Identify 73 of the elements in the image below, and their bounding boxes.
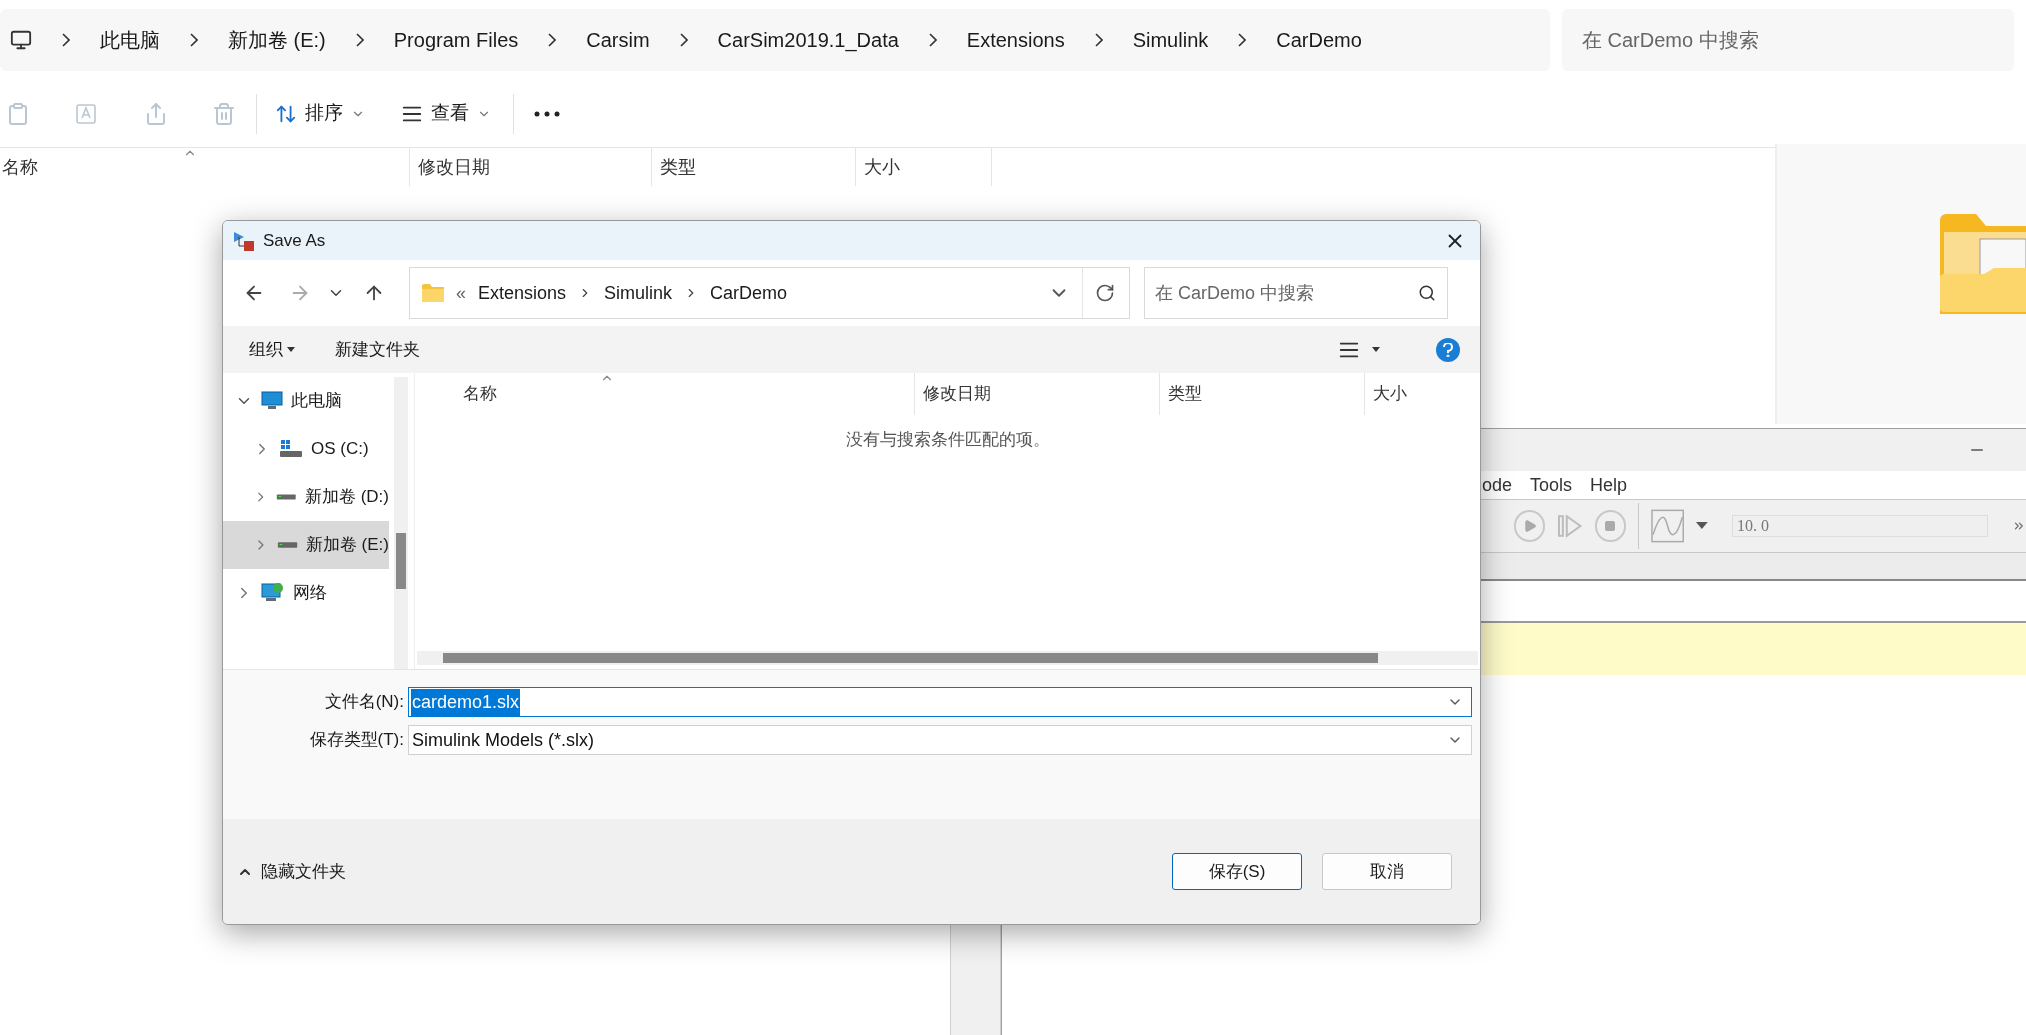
more-icon[interactable] xyxy=(534,110,560,117)
search-field[interactable]: 在 CarDemo 中搜索 xyxy=(1562,9,2014,71)
menu-item[interactable]: Help xyxy=(1590,471,1628,499)
chevron-icon xyxy=(355,33,364,47)
tree-item[interactable]: OS (C:) xyxy=(223,425,389,473)
breadcrumb-item[interactable]: Extensions xyxy=(966,25,1065,55)
question-mark-icon xyxy=(1443,342,1453,357)
caret-icon[interactable] xyxy=(1696,522,1709,530)
cancel-button[interactable]: 取消 xyxy=(1322,853,1452,890)
chevron-icon xyxy=(1238,33,1247,47)
tree-item[interactable]: 此电脑 xyxy=(223,377,389,425)
view-button[interactable]: 查看 xyxy=(383,89,509,138)
computer-icon xyxy=(261,391,283,411)
caret-icon xyxy=(287,347,295,352)
drive-icon xyxy=(276,492,297,502)
breadcrumb-item[interactable]: CarSim2019.1_Data xyxy=(717,25,899,55)
menu-item[interactable]: ode xyxy=(1482,471,1513,499)
column-header[interactable]: 名称 xyxy=(0,148,410,186)
field-label: 保存类型(T): xyxy=(308,729,405,752)
chevron-icon xyxy=(190,33,198,47)
column-header[interactable]: 类型 xyxy=(652,148,856,186)
hide-folders-toggle[interactable]: 隐藏文件夹 xyxy=(237,858,346,885)
file-name-field[interactable]: cardemo1.slx xyxy=(408,687,1472,717)
chevron-icon xyxy=(928,33,937,47)
new-folder-button[interactable]: 新建文件夹 xyxy=(335,336,420,363)
tree-item[interactable]: 新加卷 (E:) xyxy=(223,521,389,569)
refresh-icon[interactable] xyxy=(1095,283,1115,303)
computer-icon[interactable] xyxy=(10,29,32,51)
empty-message: 没有与搜索条件匹配的项。 xyxy=(845,429,1050,451)
search-field[interactable]: 在 CarDemo 中搜索 xyxy=(1144,267,1448,319)
caret-icon[interactable] xyxy=(1372,347,1380,352)
breadcrumb-item[interactable]: CarDemo xyxy=(1276,25,1362,55)
menu-item[interactable]: Tools xyxy=(1530,471,1573,499)
simulink-icon xyxy=(233,229,255,252)
scrollbar-thumb[interactable] xyxy=(443,653,1378,663)
chevron-icon xyxy=(548,33,557,47)
organize-button[interactable]: 组织 xyxy=(249,336,295,363)
file-type-dropdown[interactable]: Simulink Models (*.slx) xyxy=(408,725,1472,755)
breadcrumb-item[interactable]: 新加卷 (E:) xyxy=(228,25,326,55)
network-icon xyxy=(261,582,285,604)
chevron-icon xyxy=(62,33,70,47)
breadcrumb-item[interactable]: 此电脑 xyxy=(100,25,160,55)
column-header[interactable]: 大小 xyxy=(856,148,992,186)
field-label: 文件名(N): xyxy=(323,691,405,714)
path-item[interactable]: Extensions xyxy=(478,279,567,307)
column-header[interactable]: 名称 xyxy=(455,373,915,415)
column-header[interactable]: 修改日期 xyxy=(410,148,652,186)
address-bar[interactable]: « Extensions Simulink CarDemo xyxy=(409,267,1130,319)
breadcrumb-item[interactable]: Simulink xyxy=(1132,25,1209,55)
chevron-icon xyxy=(1094,33,1103,47)
drive-icon xyxy=(276,540,298,550)
save-button[interactable]: 保存(S) xyxy=(1172,853,1302,890)
stop-time-field[interactable]: 10. 0 xyxy=(1732,515,1989,537)
scrollbar-thumb[interactable] xyxy=(396,533,406,589)
window-title: Save As xyxy=(263,229,326,252)
path-item[interactable]: Simulink xyxy=(604,279,673,307)
folder-icon xyxy=(422,284,444,302)
drive-icon xyxy=(279,439,303,459)
tree-item[interactable]: 网络 xyxy=(223,569,389,617)
column-header[interactable]: 类型 xyxy=(1160,373,1365,415)
breadcrumb-item[interactable]: Program Files xyxy=(393,25,519,55)
breadcrumb-item[interactable]: Carsim xyxy=(586,25,650,55)
square-icon xyxy=(1604,520,1617,532)
path-item[interactable]: CarDemo xyxy=(710,279,788,307)
tree-item[interactable]: 新加卷 (D:) xyxy=(223,473,389,521)
sort-button[interactable]: 排序 xyxy=(257,89,383,138)
path-overflow[interactable]: « xyxy=(456,279,466,307)
search-icon[interactable] xyxy=(1418,284,1436,302)
column-header[interactable]: 修改日期 xyxy=(915,373,1160,415)
help-icon[interactable] xyxy=(1436,337,1460,362)
column-header[interactable]: 大小 xyxy=(1365,373,1445,415)
play-icon xyxy=(1522,519,1537,533)
chevron-icon xyxy=(679,33,688,47)
